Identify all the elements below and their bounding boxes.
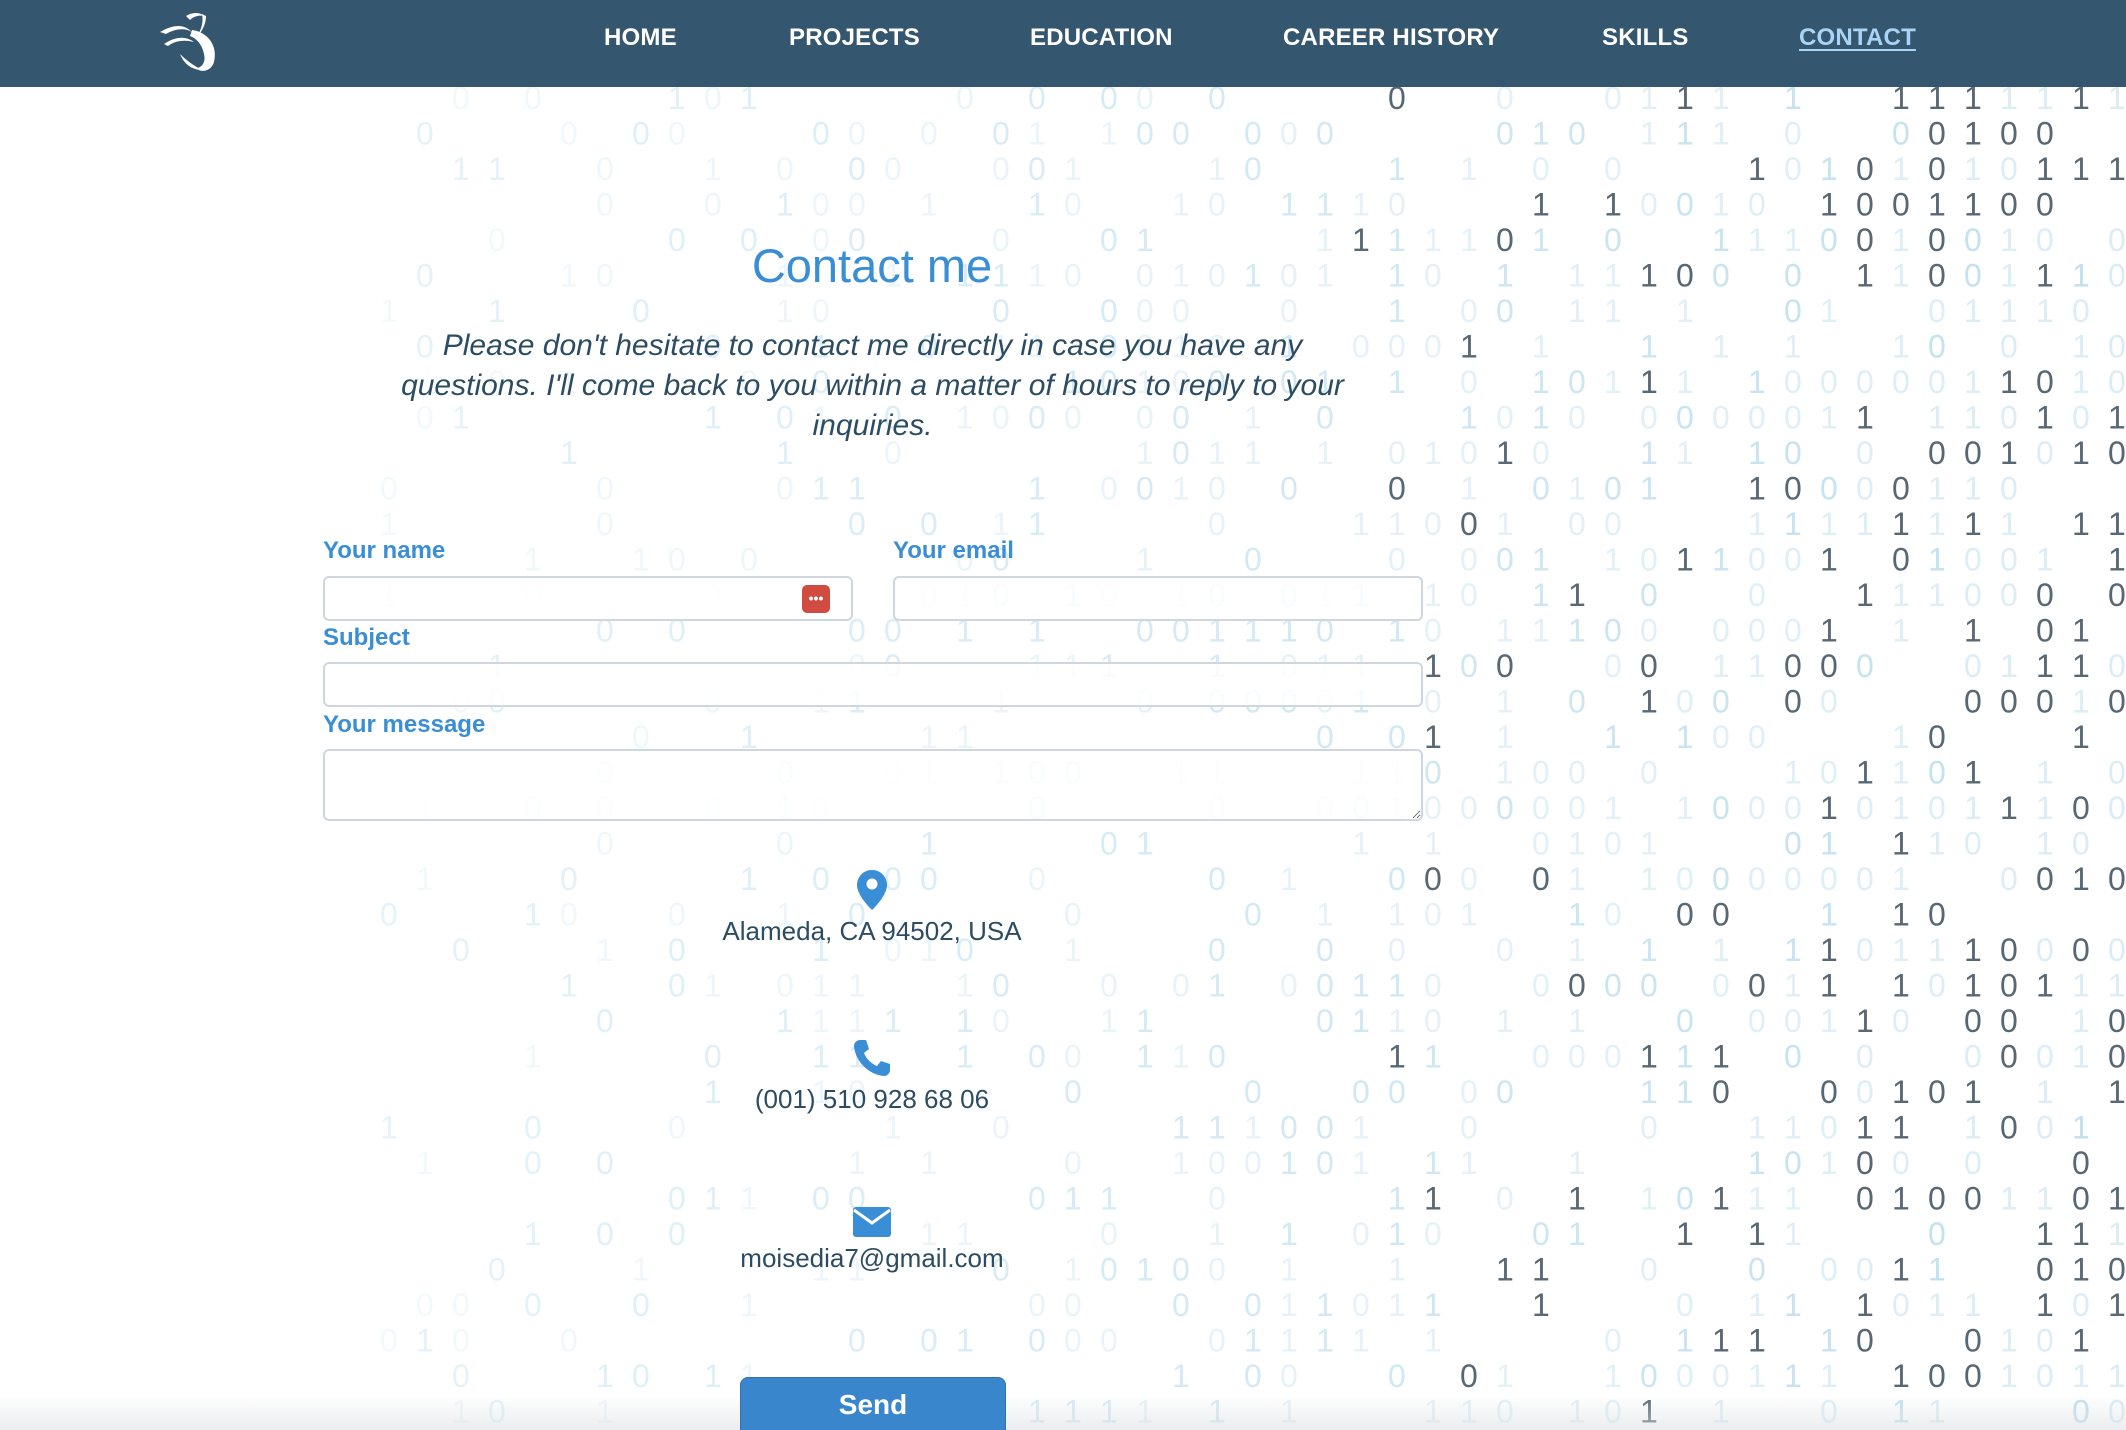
subject-input[interactable] xyxy=(323,662,1423,707)
phone-icon xyxy=(854,1040,890,1076)
phone-text: (001) 510 928 68 06 xyxy=(754,1084,990,1114)
password-manager-icon[interactable]: ••• xyxy=(802,585,830,613)
message-label: Your message xyxy=(323,711,486,738)
send-button[interactable]: Send xyxy=(740,1377,1006,1430)
nav-career-history[interactable]: CAREER HISTORY xyxy=(1283,24,1499,52)
email-input[interactable] xyxy=(893,576,1423,621)
nav-contact[interactable]: CONTACT xyxy=(1799,24,1916,52)
email-text: moisedia7@gmail.com xyxy=(740,1243,1004,1273)
contact-section: Contact me Please don't hesitate to cont… xyxy=(0,0,2126,1430)
name-input[interactable] xyxy=(323,576,853,621)
envelope-icon xyxy=(853,1207,891,1237)
logo-icon[interactable] xyxy=(156,10,222,74)
phone-block: (001) 510 928 68 06 xyxy=(622,1038,1122,1115)
contact-intro: Please don't hesitate to contact me dire… xyxy=(401,329,1344,442)
message-textarea[interactable] xyxy=(323,749,1423,821)
navbar: HOME PROJECTS EDUCATION CAREER HISTORY S… xyxy=(0,0,2126,87)
nav-education[interactable]: EDUCATION xyxy=(1030,24,1173,52)
nav-skills[interactable]: SKILLS xyxy=(1602,24,1689,52)
map-pin-icon xyxy=(857,870,887,910)
name-label: Your name xyxy=(323,537,446,564)
page-title: Contact me xyxy=(751,239,993,292)
address-block: Alameda, CA 94502, USA xyxy=(622,870,1122,947)
nav-home[interactable]: HOME xyxy=(604,24,677,52)
address-text: Alameda, CA 94502, USA xyxy=(722,916,1022,946)
email-block: moisedia7@gmail.com xyxy=(622,1207,1122,1274)
nav-projects[interactable]: PROJECTS xyxy=(789,24,920,52)
email-label: Your email xyxy=(893,537,1014,564)
subject-label: Subject xyxy=(323,624,410,651)
